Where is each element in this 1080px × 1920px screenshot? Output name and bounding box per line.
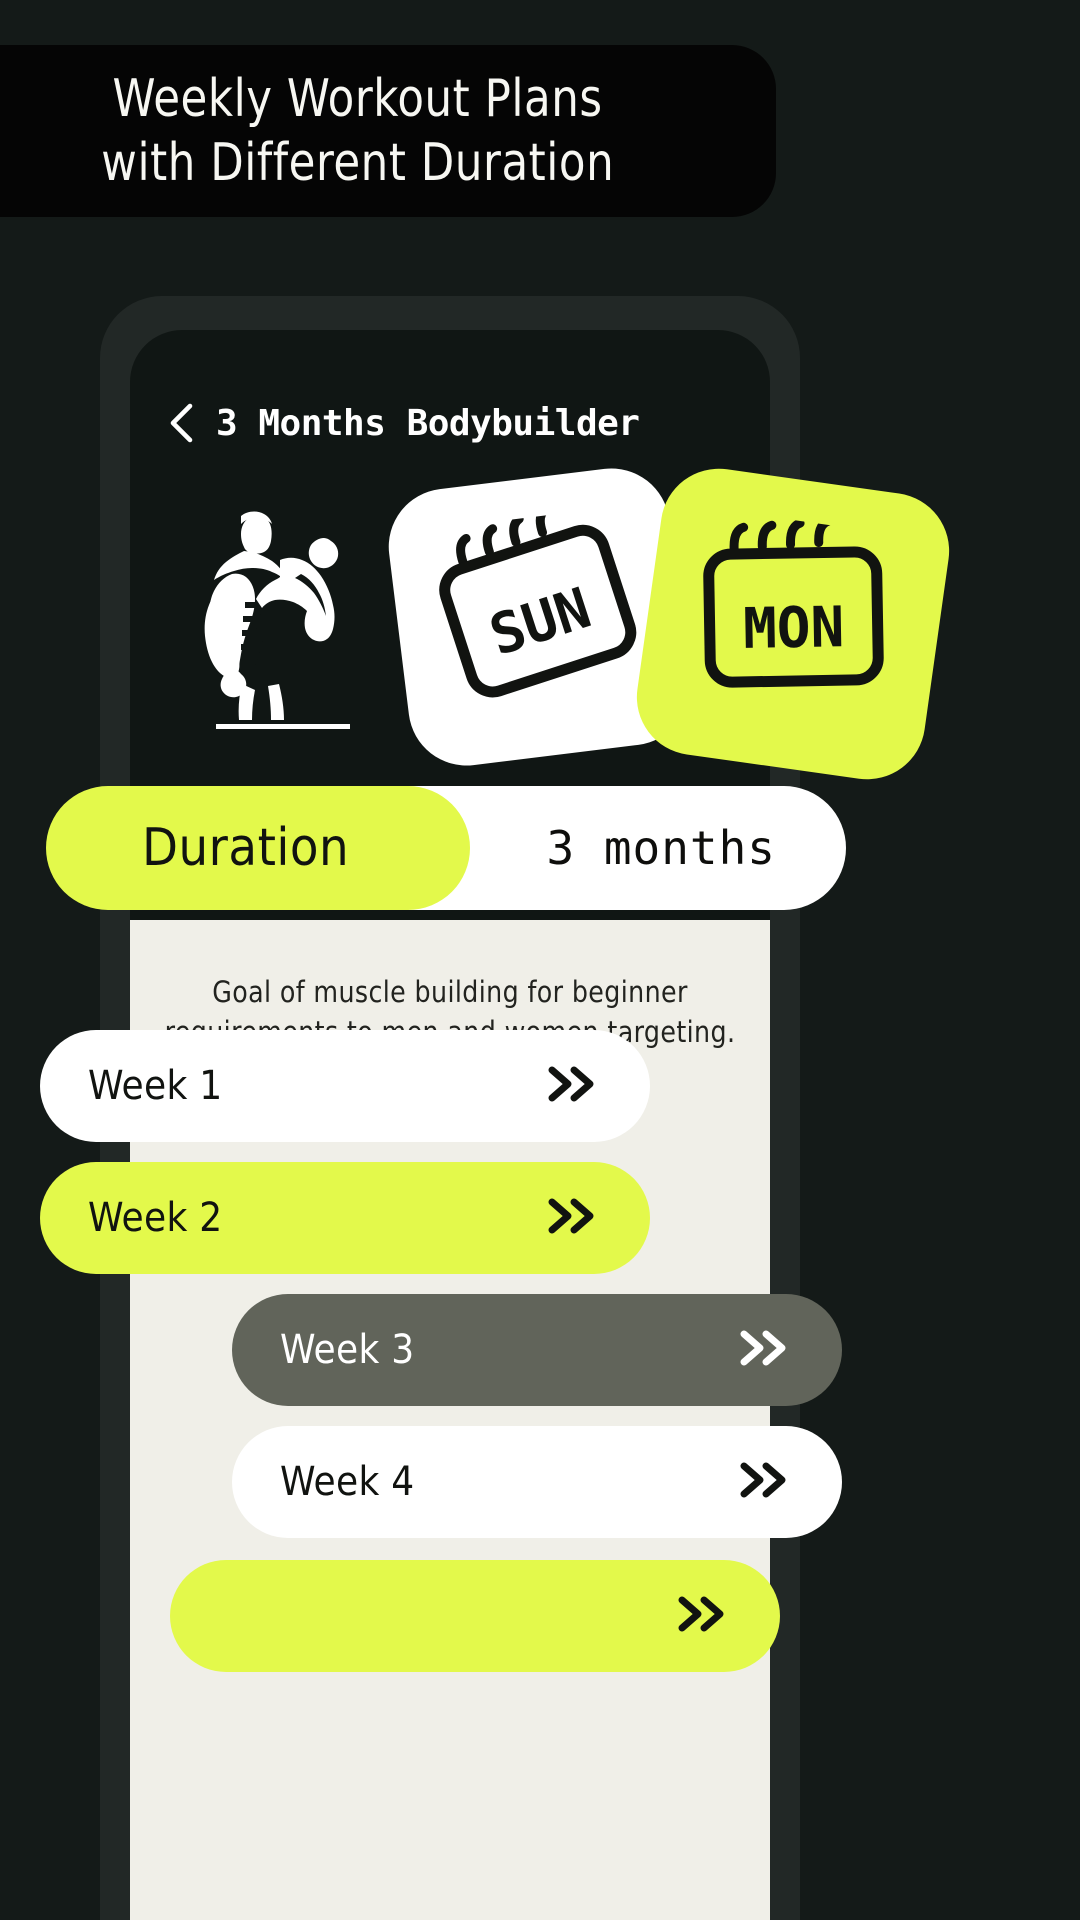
duration-label: Duration: [142, 818, 350, 878]
promo-banner-line-1: Weekly Workout Plans: [112, 69, 604, 129]
week-row-4-label: Week 4: [280, 1459, 415, 1505]
week-row-3-label: Week 3: [280, 1327, 415, 1373]
week-row-1-label: Week 1: [88, 1063, 223, 1109]
duration-value: 3 months: [546, 821, 776, 875]
promo-banner-line-2: with Different Duration: [101, 133, 615, 193]
duration-row: 3 months Duration: [46, 786, 846, 910]
double-chevron-right-icon[interactable]: [544, 1196, 602, 1240]
week-row-5[interactable]: [170, 1560, 780, 1672]
chevron-left-icon[interactable]: [166, 402, 196, 444]
week-row-3[interactable]: Week 3: [232, 1294, 842, 1406]
duration-label-pill[interactable]: Duration: [46, 786, 470, 910]
screen-header: 3 Months Bodybuilder: [166, 402, 640, 444]
double-chevron-right-icon[interactable]: [736, 1328, 794, 1372]
page-title: 3 Months Bodybuilder: [216, 402, 640, 444]
week-row-1[interactable]: Week 1: [40, 1030, 650, 1142]
calendar-sticker-sun-label: SUN: [482, 576, 598, 669]
double-chevron-right-icon[interactable]: [736, 1460, 794, 1504]
bodybuilder-illustration-icon: [172, 502, 402, 737]
calendar-sticker-mon-label: MON: [743, 595, 845, 662]
double-chevron-right-icon[interactable]: [544, 1064, 602, 1108]
calendar-sticker-mon: MON: [629, 461, 957, 787]
week-row-4[interactable]: Week 4: [232, 1426, 842, 1538]
week-row-2[interactable]: Week 2: [40, 1162, 650, 1274]
promo-banner: Weekly Workout Plans with Different Dura…: [0, 45, 776, 217]
double-chevron-right-icon[interactable]: [674, 1594, 732, 1638]
week-row-2-label: Week 2: [88, 1195, 223, 1241]
poster-canvas: Weekly Workout Plans with Different Dura…: [0, 0, 1080, 1920]
goal-description-line-1: Goal of muscle building for beginner: [212, 975, 688, 1009]
